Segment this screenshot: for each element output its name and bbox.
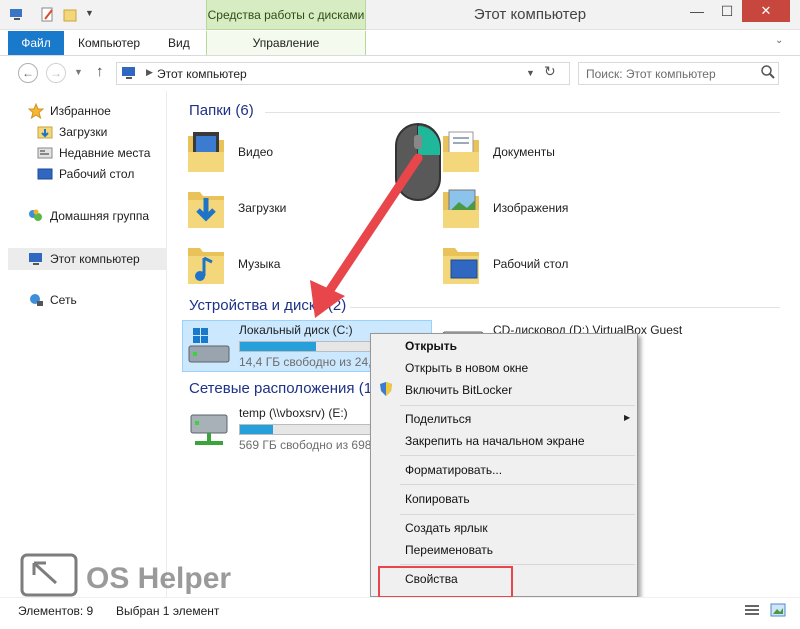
address-dropdown-icon[interactable]: ▼ — [526, 68, 535, 78]
menu-item-open-new-window[interactable]: Открыть в новом окне — [405, 361, 528, 375]
tab-view[interactable]: Вид — [168, 31, 190, 55]
properties-icon[interactable] — [40, 7, 56, 23]
close-button[interactable]: ✕ — [742, 0, 790, 22]
network-drive-icon[interactable] — [187, 407, 233, 451]
computer-icon[interactable] — [9, 7, 25, 23]
menu-item-pin-start[interactable]: Закрепить на начальном экране — [405, 434, 585, 448]
network-icon — [30, 294, 43, 306]
computer-icon — [122, 67, 135, 79]
recent-locations-icon[interactable]: ▼ — [74, 67, 83, 77]
folder-label[interactable]: Изображения — [493, 201, 568, 215]
images-folder-icon[interactable] — [441, 184, 481, 230]
status-selected: Выбран 1 элемент — [116, 604, 220, 618]
group-title-network[interactable]: Сетевые расположения (1) — [189, 380, 377, 397]
os-helper-watermark-logo: OS Helper — [20, 553, 231, 597]
drive-usage-fill — [240, 425, 274, 434]
drive-label: Локальный диск (C:) — [239, 323, 353, 337]
nav-item-favorites[interactable]: Избранное — [28, 101, 158, 121]
svg-text:OS Helper: OS Helper — [86, 562, 231, 595]
menu-item-copy[interactable]: Копировать — [405, 492, 470, 506]
folder-label[interactable]: Документы — [493, 145, 555, 159]
menu-item-format[interactable]: Форматировать... — [405, 463, 502, 477]
star-icon — [28, 103, 44, 119]
details-view-icon[interactable] — [744, 603, 760, 617]
tab-file[interactable]: Файл — [8, 31, 64, 55]
drive-free-text: 569 ГБ свободно из 698 ГБ — [239, 438, 390, 452]
breadcrumb[interactable]: Этот компьютер — [157, 67, 247, 81]
mouse-icon — [395, 123, 441, 201]
folder-label[interactable]: Музыка — [238, 257, 280, 271]
nav-label: Загрузки — [59, 125, 108, 139]
status-items-count: Элементов: 9 — [18, 604, 94, 618]
nav-item-desktop[interactable]: Рабочий стол — [37, 164, 162, 184]
context-tab-title: Средства работы с дисками — [206, 0, 366, 30]
new-folder-icon[interactable] — [62, 7, 78, 23]
nav-label: Сеть — [50, 293, 77, 307]
submenu-arrow-icon: ▶ — [624, 413, 631, 422]
nav-label: Избранное — [50, 104, 111, 118]
desktop-folder-icon[interactable] — [441, 240, 481, 286]
nav-item-this-pc[interactable]: Этот компьютер — [28, 249, 163, 269]
drive-usage-fill — [240, 342, 317, 351]
folder-label[interactable]: Рабочий стол — [493, 257, 568, 271]
menu-item-open[interactable]: Открыть — [405, 339, 457, 353]
shield-icon — [380, 382, 392, 396]
search-placeholder: Поиск: Этот компьютер — [586, 67, 716, 81]
up-button[interactable]: ↑ — [96, 63, 104, 80]
menu-item-bitlocker[interactable]: Включить BitLocker — [405, 383, 512, 397]
nav-item-downloads[interactable]: Загрузки — [37, 122, 162, 142]
drive-label[interactable]: temp (\\vboxsrv) (E:) — [239, 406, 348, 420]
search-icon[interactable] — [760, 64, 776, 80]
homegroup-icon — [29, 209, 42, 221]
menu-item-rename[interactable]: Переименовать — [405, 543, 493, 557]
menu-separator — [400, 405, 635, 406]
properties-highlight-box — [378, 566, 513, 598]
downloads-folder-icon — [37, 126, 53, 139]
chevron-down-icon[interactable]: ⌄ — [775, 35, 783, 46]
group-divider — [265, 112, 780, 113]
back-button[interactable]: ← — [18, 63, 38, 83]
downloads-folder-icon[interactable] — [186, 184, 226, 230]
nav-label: Недавние места — [59, 146, 151, 160]
forward-button[interactable]: → — [46, 63, 66, 83]
folder-label[interactable]: Видео — [238, 145, 273, 159]
nav-item-recent[interactable]: Недавние места — [37, 143, 162, 163]
menu-separator — [400, 484, 635, 485]
desktop-icon — [37, 168, 53, 180]
group-divider — [350, 307, 780, 308]
menu-separator — [400, 564, 635, 565]
nav-label: Рабочий стол — [59, 167, 135, 181]
tab-manage[interactable]: Управление — [206, 31, 366, 55]
qa-dropdown-icon[interactable]: ▼ — [85, 8, 94, 18]
group-title-devices[interactable]: Устройства и диски (2) — [189, 297, 346, 314]
recent-places-icon — [37, 147, 53, 159]
nav-label: Домашняя группа — [50, 209, 150, 223]
drive-icon[interactable] — [187, 324, 233, 368]
nav-item-network[interactable]: Сеть — [28, 290, 148, 310]
computer-icon — [29, 253, 42, 265]
video-folder-icon[interactable] — [186, 128, 226, 174]
window-title: Этот компьютер — [473, 6, 587, 23]
maximize-button[interactable]: ☐ — [712, 0, 742, 22]
nav-item-homegroup[interactable]: Домашняя группа — [28, 206, 163, 226]
group-title-folders[interactable]: Папки (6) — [189, 102, 254, 119]
menu-separator — [400, 455, 635, 456]
folder-label[interactable]: Загрузки — [238, 201, 286, 215]
tab-computer[interactable]: Компьютер — [78, 31, 140, 55]
menu-item-create-shortcut[interactable]: Создать ярлык — [405, 521, 488, 535]
nav-label: Этот компьютер — [50, 252, 140, 266]
music-folder-icon[interactable] — [186, 240, 226, 286]
documents-folder-icon[interactable] — [441, 128, 481, 174]
menu-separator — [400, 514, 635, 515]
menu-item-share[interactable]: Поделиться — [405, 412, 471, 426]
tiles-view-icon[interactable] — [770, 603, 786, 617]
minimize-button[interactable]: — — [682, 0, 712, 22]
breadcrumb-separator-icon[interactable]: ▶ — [146, 67, 153, 78]
refresh-icon[interactable]: ↻ — [544, 63, 556, 80]
